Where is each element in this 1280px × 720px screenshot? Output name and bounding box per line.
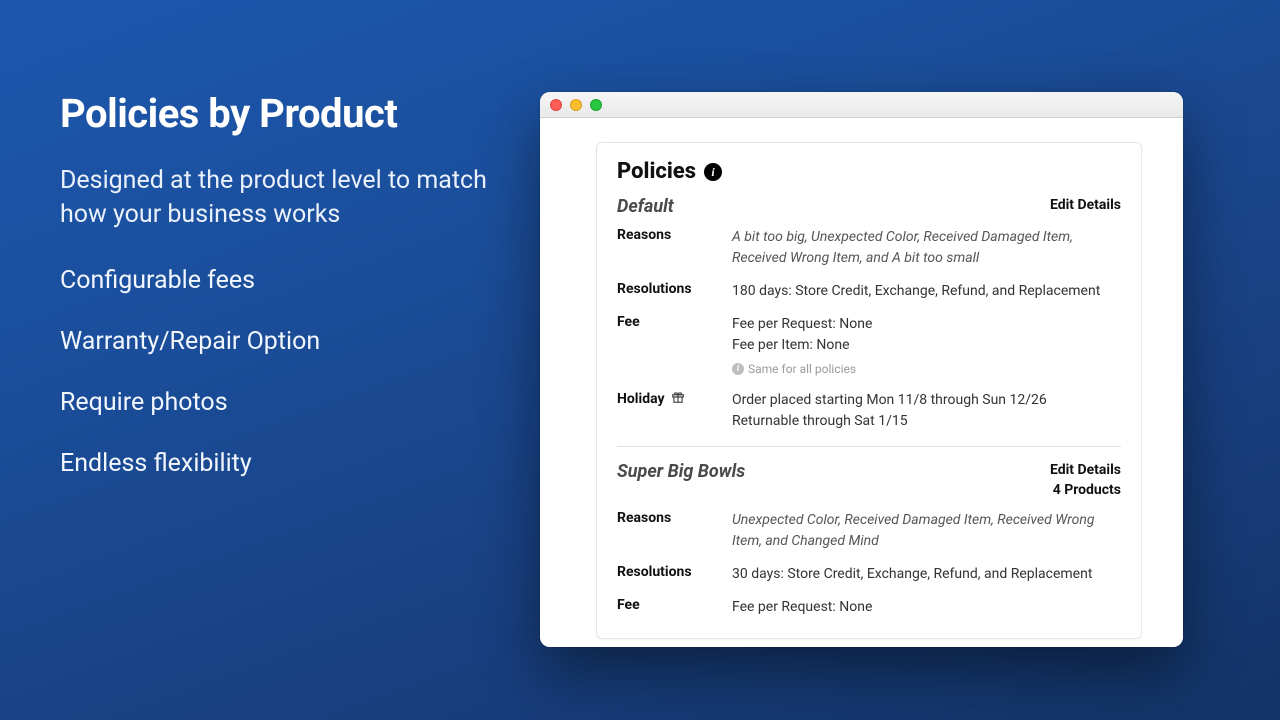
- window-close-button[interactable]: [550, 99, 562, 111]
- holiday-line: Order placed starting Mon 11/8 through S…: [732, 390, 1121, 411]
- row-label: Reasons: [617, 510, 732, 526]
- app-window: Policies i Default Edit Details Reasons …: [540, 92, 1183, 647]
- row-value: Order placed starting Mon 11/8 through S…: [732, 390, 1121, 432]
- holiday-line: Returnable through Sat 1/15: [732, 411, 1121, 432]
- policy-row-resolutions: Resolutions 30 days: Store Credit, Excha…: [617, 564, 1121, 585]
- policy-row-resolutions: Resolutions 180 days: Store Credit, Exch…: [617, 281, 1121, 302]
- fee-line: Fee per Item: None: [732, 335, 1121, 356]
- fee-hint-text: Same for all policies: [748, 360, 856, 378]
- marketing-panel: Policies by Product Designed at the prod…: [60, 92, 520, 510]
- row-label: Holiday: [617, 390, 732, 408]
- policy-divider: [617, 446, 1121, 447]
- row-label: Resolutions: [617, 564, 732, 580]
- row-label: Resolutions: [617, 281, 732, 297]
- window-titlebar: [540, 92, 1183, 118]
- fee-line: Fee per Request: None: [732, 314, 1121, 335]
- policy-row-fee: Fee Fee per Request: None: [617, 597, 1121, 618]
- gift-icon: [671, 390, 685, 408]
- row-value: Fee per Request: None: [732, 597, 1121, 618]
- policy-title: Default: [617, 196, 674, 217]
- policy-block-default: Default Edit Details Reasons A bit too b…: [617, 196, 1121, 432]
- policy-header: Super Big Bowls Edit Details 4 Products: [617, 461, 1121, 500]
- row-value: 180 days: Store Credit, Exchange, Refund…: [732, 281, 1121, 302]
- row-label: Fee: [617, 314, 732, 330]
- policy-block-super-big-bowls: Super Big Bowls Edit Details 4 Products …: [617, 461, 1121, 618]
- window-content: Policies i Default Edit Details Reasons …: [540, 118, 1183, 647]
- window-zoom-button[interactable]: [590, 99, 602, 111]
- policy-row-reasons: Reasons Unexpected Color, Received Damag…: [617, 510, 1121, 552]
- marketing-bullet: Configurable fees: [60, 266, 520, 295]
- policy-row-fee: Fee Fee per Request: None Fee per Item: …: [617, 314, 1121, 378]
- row-label: Fee: [617, 597, 732, 613]
- policies-heading: Policies: [617, 159, 696, 184]
- fee-hint: i Same for all policies: [732, 360, 1121, 378]
- policy-row-reasons: Reasons A bit too big, Unexpected Color,…: [617, 227, 1121, 269]
- marketing-title: Policies by Product: [60, 92, 520, 136]
- policies-heading-row: Policies i: [617, 159, 1121, 184]
- policy-product-count: 4 Products: [1050, 481, 1121, 501]
- policy-title: Super Big Bowls: [617, 461, 745, 482]
- edit-details-link[interactable]: Edit Details: [1050, 461, 1121, 481]
- edit-details-link[interactable]: Edit Details: [1050, 196, 1121, 216]
- marketing-bullet: Warranty/Repair Option: [60, 327, 520, 356]
- marketing-bullet: Require photos: [60, 388, 520, 417]
- row-value: 30 days: Store Credit, Exchange, Refund,…: [732, 564, 1121, 585]
- marketing-subtitle: Designed at the product level to match h…: [60, 164, 520, 232]
- window-minimize-button[interactable]: [570, 99, 582, 111]
- row-label: Reasons: [617, 227, 732, 243]
- row-value: Fee per Request: None Fee per Item: None…: [732, 314, 1121, 378]
- info-icon[interactable]: i: [704, 163, 722, 181]
- marketing-bullet: Endless flexibility: [60, 449, 520, 478]
- row-label-text: Holiday: [617, 391, 665, 407]
- info-icon: i: [732, 363, 744, 375]
- row-value: A bit too big, Unexpected Color, Receive…: [732, 229, 1073, 266]
- policy-header: Default Edit Details: [617, 196, 1121, 217]
- policy-row-holiday: Holiday Order placed starting Mon 11/8 t…: [617, 390, 1121, 432]
- row-value: Unexpected Color, Received Damaged Item,…: [732, 512, 1094, 549]
- policies-card: Policies i Default Edit Details Reasons …: [596, 142, 1142, 639]
